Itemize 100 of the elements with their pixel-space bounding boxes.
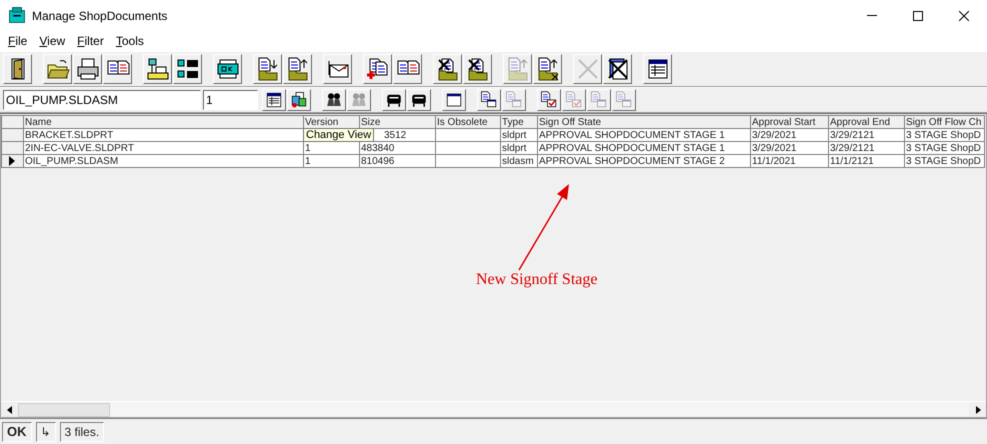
cross-icon (576, 57, 600, 81)
maximize-icon (913, 10, 923, 20)
ok-document-icon (216, 57, 240, 81)
toolbar-button[interactable] (73, 54, 102, 84)
toolbar-button[interactable] (103, 54, 132, 84)
ok-indicator: OK (2, 422, 32, 442)
table-cell: 11/1/2121 (828, 154, 904, 168)
toolbar-button[interactable] (173, 54, 202, 84)
app-icon (8, 6, 26, 24)
table-cell: sldprt (500, 128, 538, 142)
toolbar-button[interactable] (603, 54, 632, 84)
table-cell: sldprt (500, 142, 538, 154)
delete-document-icon (466, 57, 490, 81)
table-cell: 1 (304, 154, 360, 168)
table-cell: 3/29/2021 (750, 142, 828, 154)
window-title: Manage ShopDocuments (32, 8, 168, 24)
delete-document-icon (436, 57, 460, 81)
table-cell: 2IN-EC-VALVE.SLDPRT (24, 142, 304, 154)
toolbar-button[interactable] (323, 54, 352, 84)
table-cell: 3 STAGE ShopD (904, 142, 984, 154)
toolbar-button[interactable] (322, 89, 346, 111)
toolbar-button[interactable] (407, 89, 431, 111)
document-check-icon (540, 91, 558, 109)
menu-item[interactable]: Tools (110, 32, 150, 50)
column-header[interactable]: Sign Off State (538, 116, 750, 128)
table-cell: APPROVAL SHOPDOCUMENT STAGE 2 (538, 154, 750, 168)
row-pointer-icon (8, 156, 16, 166)
toolbar-button[interactable] (463, 54, 492, 84)
table-icon (265, 91, 283, 109)
cross-documents-icon (606, 57, 630, 81)
toolbar-button[interactable] (537, 89, 561, 111)
people-icon (350, 91, 368, 109)
table-cell: 3 STAGE ShopD (904, 128, 984, 142)
left-arrow-icon (6, 406, 14, 414)
column-header[interactable]: Type (500, 116, 538, 128)
column-header[interactable]: Is Obsolete (436, 116, 500, 128)
printer-icon (76, 57, 100, 81)
document-window-icon (615, 91, 633, 109)
document-window-icon (590, 91, 608, 109)
status-message: 3 files. (60, 422, 104, 442)
toolbar-button[interactable] (393, 54, 422, 84)
menu-item[interactable]: View (33, 32, 72, 50)
table-cell: APPROVAL SHOPDOCUMENT STAGE 1 (538, 128, 750, 142)
toolbar-button[interactable] (287, 89, 311, 111)
add-document-icon (366, 57, 390, 81)
menu-item[interactable]: File (2, 32, 34, 50)
column-header[interactable]: Version (304, 116, 360, 128)
toolbar-button[interactable] (533, 54, 562, 84)
tooltip: Change View (303, 128, 374, 142)
document-folder-icon (256, 57, 280, 81)
column-header[interactable]: Name (24, 116, 304, 128)
colored-documents-icon (290, 91, 308, 109)
toolbar-button[interactable] (3, 54, 32, 84)
document-window-icon (505, 91, 523, 109)
annotation-label: New Signoff Stage (476, 270, 598, 290)
table-icon (646, 57, 670, 81)
table-cell: 810496 (360, 154, 436, 168)
minimize-icon (867, 15, 877, 16)
column-header[interactable]: Approval End (828, 116, 904, 128)
name-field[interactable]: OIL_PUMP.SLDASM (3, 90, 201, 110)
toolbar-button[interactable] (363, 54, 392, 84)
table-cell: APPROVAL SHOPDOCUMENT STAGE 1 (538, 142, 750, 154)
window-icon (445, 91, 463, 109)
scrollbar-thumb[interactable] (18, 402, 110, 416)
table-cell: 3 STAGE ShopD (904, 154, 984, 168)
close-icon (959, 10, 969, 20)
table-cell: 3/29/2121 (828, 128, 904, 142)
toolbar-button[interactable] (643, 54, 672, 84)
document-folder-icon (286, 57, 310, 81)
toolbar-button[interactable] (262, 89, 286, 111)
toolbar-button[interactable] (283, 54, 312, 84)
ok-grid-icon (176, 57, 200, 81)
toolbar-button[interactable] (253, 54, 282, 84)
toolbar-button[interactable] (43, 54, 72, 84)
document-check-icon (565, 91, 583, 109)
row-header[interactable] (2, 154, 24, 168)
column-header[interactable]: Sign Off Flow Ch (904, 116, 984, 128)
folder-icon (46, 57, 70, 81)
toolbar-button[interactable] (477, 89, 501, 111)
table-cell: 3/29/2021 (750, 128, 828, 142)
menu-item[interactable]: Filter (71, 32, 110, 50)
people-icon (325, 91, 343, 109)
document-window-icon (480, 91, 498, 109)
column-header[interactable]: Size (360, 116, 436, 128)
toolbar-button[interactable] (433, 54, 462, 84)
table-cell: sldasm (500, 154, 538, 168)
version-field[interactable]: 1 (203, 90, 258, 110)
table-cell: 11/1/2021 (750, 154, 828, 168)
toolbar-button[interactable] (143, 54, 172, 84)
return-indicator: ↳ (36, 422, 56, 442)
right-arrow-icon (974, 406, 982, 414)
document-folder-icon (536, 57, 560, 81)
column-header[interactable]: Approval Start (750, 116, 828, 128)
table-cell: BRACKET.SLDPRT (24, 128, 304, 142)
toolbar-button[interactable] (442, 89, 466, 111)
flowchart-icon (146, 57, 170, 81)
table-cell: 3/29/2121 (828, 142, 904, 154)
toolbar-button[interactable] (213, 54, 242, 84)
table-cell: OIL_PUMP.SLDASM (24, 154, 304, 168)
toolbar-button[interactable] (382, 89, 406, 111)
